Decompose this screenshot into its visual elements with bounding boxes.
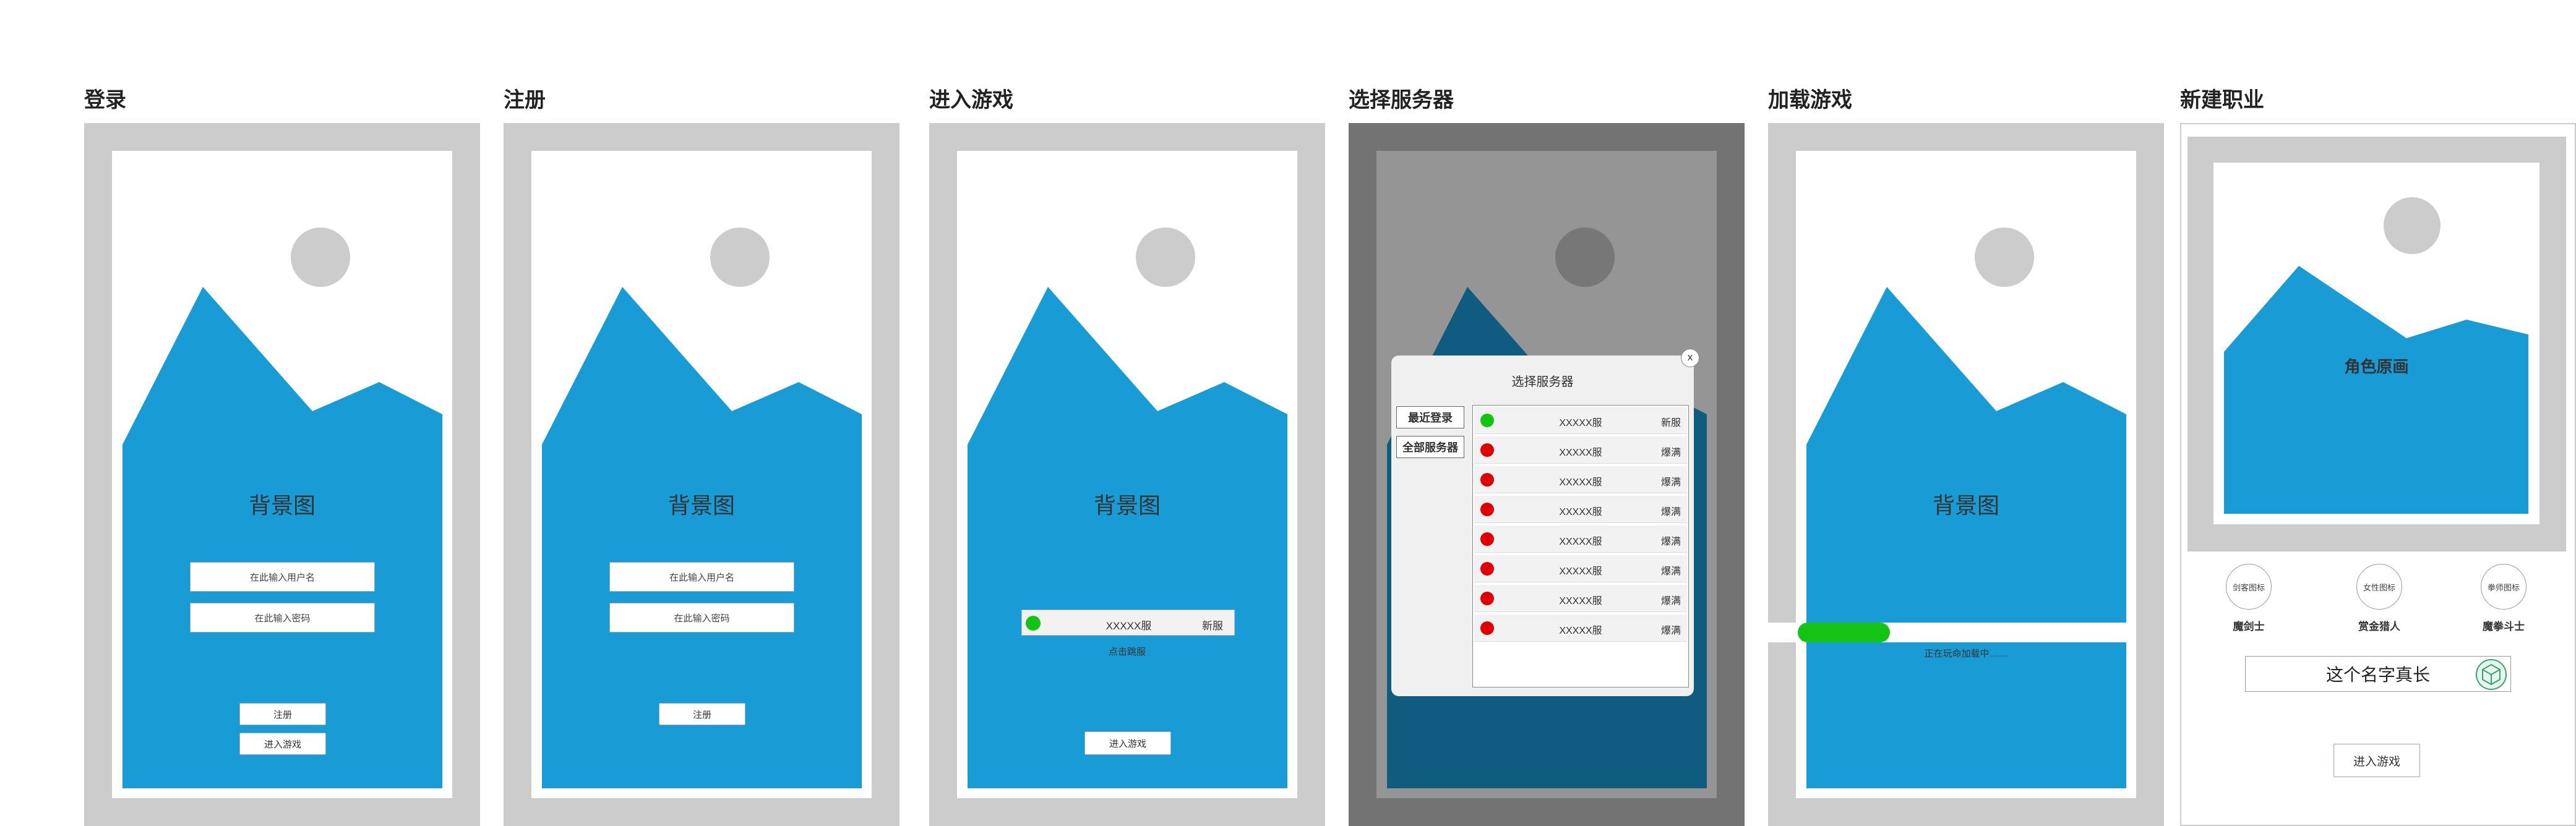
mountain-shape [2224,266,2528,514]
enter-game-canvas: 背景图 XXXXX服 新服 点击跳服 进入游戏 [957,151,1297,798]
character-art-image [2224,197,2528,514]
dice-icon-glyph [2482,663,2501,686]
server-row[interactable]: XXXXX服 爆满 [1474,466,1687,493]
password-input[interactable]: 在此输入密码 [609,603,794,632]
sun-shape [1975,228,2034,287]
panel-title-loading: 加载游戏 [1768,88,1852,112]
background-image [542,228,862,788]
server-name: XXXXX服 [1559,596,1602,607]
server-row[interactable]: XXXXX服 爆满 [1474,496,1687,523]
background-label: 背景图 [668,493,735,518]
server-status: 爆满 [1660,477,1681,488]
mountain-shape [1806,287,2126,788]
server-select-modal: 选择服务器 x 最近登录 全部服务器 XXXXX服 新服 XXXXX服 爆满 X… [1391,349,1699,696]
server-status: 新服 [1660,418,1681,428]
close-icon[interactable]: x [1681,349,1699,367]
loading-screen: 背景图 正在玩命加载中…… [1768,123,2164,826]
username-input[interactable]: 在此输入用户名 [609,562,794,592]
tab-recent-login[interactable]: 最近登录 [1396,406,1464,428]
character-name-input[interactable]: 这个名字真长 [2245,656,2511,692]
enter-game-button[interactable]: 进入游戏 [239,733,326,755]
server-name: XXXXX服 [1559,566,1602,577]
class-name-fighter: 魔拳斗士 [2483,621,2525,632]
character-art-label: 角色原画 [2344,357,2409,376]
background-label: 背景图 [1932,493,1999,518]
sun-shape [1136,228,1195,287]
server-status: 新服 [1202,620,1223,632]
sun-shape [291,228,350,287]
class-icon-hunter[interactable]: 女性图标 [2356,564,2402,610]
modal-title: 选择服务器 [1511,375,1574,389]
loading-text: 正在玩命加载中…… [1924,649,2008,659]
class-name-swordsman: 魔剑士 [2233,621,2265,632]
switch-server-hint[interactable]: 点击跳服 [957,645,1297,658]
server-status: 爆满 [1660,448,1681,458]
server-row[interactable]: XXXXX服 爆满 [1474,526,1687,553]
server-status: 爆满 [1660,566,1681,577]
sun-shape [2384,197,2441,254]
server-name: XXXXX服 [1559,448,1602,458]
character-art-canvas: 角色原画 [2213,163,2540,524]
server-name: XXXXX服 [1559,626,1602,636]
server-status: 爆满 [1660,507,1681,517]
character-art-frame: 角色原画 [2187,137,2566,551]
server-row[interactable]: XXXXX服 新服 [1474,407,1687,434]
server-status: 爆满 [1660,537,1681,547]
login-canvas: 背景图 在此输入用户名 在此输入密码 注册 进入游戏 [112,151,452,798]
loading-bar-fill [1798,623,1890,642]
server-status: 爆满 [1660,596,1681,607]
server-name: XXXXX服 [1559,477,1602,488]
panel-title-enter-game: 进入游戏 [929,88,1013,112]
panel-title-login: 登录 [84,88,126,112]
mountain-shape [968,287,1287,788]
server-row[interactable]: XXXXX服 爆满 [1474,555,1687,582]
background-label: 背景图 [248,493,316,518]
login-screen: 背景图 在此输入用户名 在此输入密码 注册 进入游戏 [84,123,480,826]
panel-title-select-server: 选择服务器 [1349,88,1454,112]
register-button[interactable]: 注册 [239,703,326,725]
server-row[interactable]: XXXXX服 爆满 [1474,585,1687,612]
server-list: XXXXX服 新服 XXXXX服 爆满 XXXXX服 爆满 XXXXX服 爆满 … [1472,405,1689,688]
new-class-screen: 角色原画 剑客图标 魔剑士 女性图标 赏金猎人 拳师图标 魔拳斗士 进入游戏 [2180,123,2576,826]
password-input[interactable]: 在此输入密码 [190,603,375,632]
loading-canvas: 背景图 正在玩命加载中…… [1796,151,2136,798]
background-image [1806,228,2126,788]
panel-title-register: 注册 [504,88,546,112]
server-row[interactable]: XXXXX服 爆满 [1474,436,1687,464]
class-icon-fighter[interactable]: 拳师图标 [2481,564,2527,610]
register-canvas: 背景图 在此输入用户名 在此输入密码 注册 [531,151,872,798]
server-name: XXXXX服 [1559,507,1602,517]
server-name: XXXXX服 [1559,537,1602,547]
sun-shape [1555,228,1615,287]
enter-game-button[interactable]: 进入游戏 [2333,744,2420,777]
background-label: 背景图 [1093,493,1161,518]
server-status: 爆满 [1660,626,1681,636]
class-icon-swordsman[interactable]: 剑客图标 [2226,564,2272,610]
class-name-hunter: 赏金猎人 [2358,621,2400,632]
dice-icon[interactable] [2476,659,2507,690]
background-image [968,228,1287,788]
tab-all-servers[interactable]: 全部服务器 [1396,436,1464,458]
register-screen: 背景图 在此输入用户名 在此输入密码 注册 [504,123,899,826]
server-name: XXXXX服 [1559,418,1602,428]
background-image [122,228,442,788]
sun-shape [710,228,770,287]
enter-game-screen: 背景图 XXXXX服 新服 点击跳服 进入游戏 [929,123,1325,826]
server-row[interactable]: XXXXX服 爆满 [1474,615,1687,642]
enter-game-button[interactable]: 进入游戏 [1084,731,1171,755]
username-input[interactable]: 在此输入用户名 [190,562,375,592]
panel-title-new-class: 新建职业 [2180,88,2264,112]
register-button[interactable]: 注册 [659,703,745,725]
current-server-selector[interactable]: XXXXX服 新服 [1021,610,1235,636]
